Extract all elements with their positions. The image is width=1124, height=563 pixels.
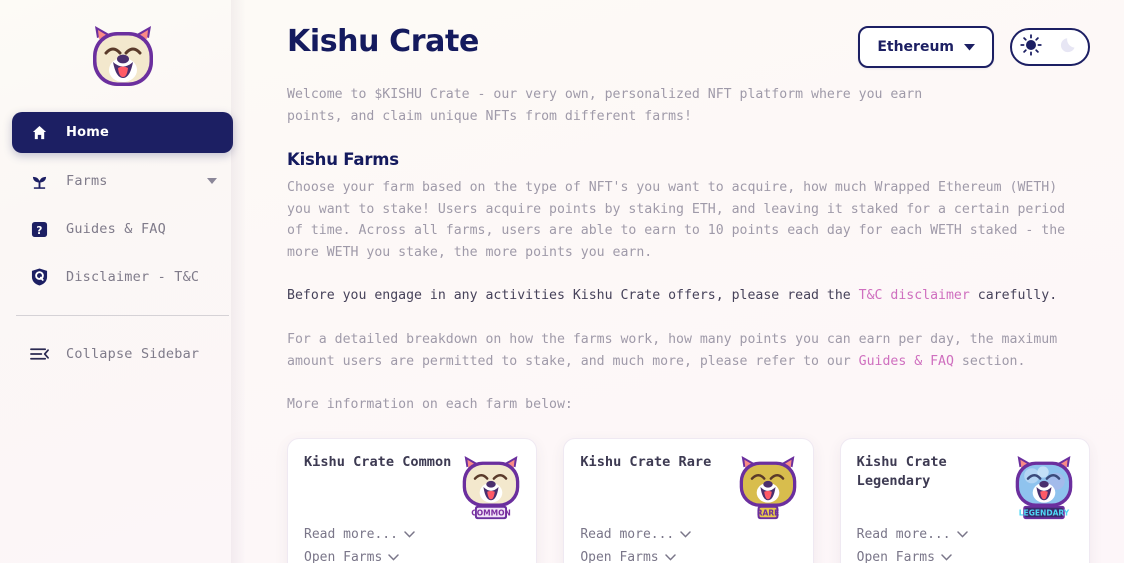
read-more-label: Read more... [856,526,951,542]
moon-icon [1058,34,1080,60]
guides-faq-link[interactable]: Guides & FAQ [859,354,954,369]
top-bar: Kishu Crate Ethereum [287,18,1090,68]
collapse-sidebar-icon [28,347,50,361]
intro-paragraph: Welcome to $KISHU Crate - our very own, … [287,87,923,124]
shield-q-icon [28,268,50,286]
open-farms-toggle[interactable]: Open Farms [580,546,691,563]
read-more-toggle[interactable]: Read more... [857,523,968,546]
chain-selector-button[interactable]: Ethereum [858,26,994,68]
sidebar-item-farms[interactable]: Farms [12,161,233,201]
chevron-down-icon [956,523,968,546]
more-info-paragraph: More information on each farm below: [287,397,573,413]
sidebar-nav: Home Farms ? Guides & FAQ Disclaimer - T… [12,112,233,374]
chain-selector-label: Ethereum [877,39,954,55]
farm-card-rare[interactable]: Kishu Crate Rare RARE Read more... Open … [563,437,814,563]
farms-plant-icon [28,174,50,189]
kishu-common-nft-icon: COMMON [463,455,520,519]
chevron-down-icon [941,546,952,563]
disclaimer-paragraph: Before you engage in any activities Kish… [287,285,1087,307]
farm-card-links: Read more... Open Farms [580,523,691,563]
sun-icon [1020,34,1042,60]
main-content: Kishu Crate Ethereum Welcome to $KISHU C… [245,0,1124,563]
sidebar: Home Farms ? Guides & FAQ Disclaimer - T… [0,0,245,563]
open-farms-label: Open Farms [304,549,383,563]
read-more-toggle[interactable]: Read more... [304,523,415,546]
farm-card-badge-legendary: LEGENDARY [1019,508,1070,517]
home-icon [28,125,50,140]
theme-toggle[interactable] [1010,28,1090,66]
chevron-down-icon[interactable] [207,173,217,189]
sidebar-item-guides-faq[interactable]: ? Guides & FAQ [12,209,233,249]
farm-card-common[interactable]: Kishu Crate Common COMMON Read more... O… [287,437,538,563]
sidebar-divider [16,315,229,316]
farm-card-title: Kishu Crate Rare [580,453,712,470]
sidebar-logo[interactable] [12,0,233,112]
kishu-dog-logo-icon [92,26,153,86]
kishu-rare-nft-icon: RARE [739,455,796,519]
disclaimer-text-pre: Before you engage in any activities Kish… [287,288,859,304]
open-farms-toggle[interactable]: Open Farms [304,546,415,563]
top-actions: Ethereum [858,18,1090,68]
sidebar-item-label: Disclaimer - T&C [66,269,200,285]
read-more-label: Read more... [580,526,675,542]
kishu-legendary-nft-icon: LEGENDARY [1015,455,1073,519]
question-badge-icon: ? [28,221,50,238]
chevron-down-icon [404,523,415,546]
collapse-sidebar-button[interactable]: Collapse Sidebar [12,334,233,374]
sidebar-item-label: Home [66,125,109,140]
farm-card-title: Kishu Crate Common [304,453,452,470]
sidebar-item-home[interactable]: Home [12,112,233,153]
farm-card-legendary[interactable]: Kishu Crate Legendary LEGENDARY Read mor… [839,437,1090,563]
collapse-sidebar-label: Collapse Sidebar [66,346,200,362]
guides-paragraph: For a detailed breakdown on how the farm… [287,329,1087,372]
farm-card-badge-common: COMMON [472,508,512,517]
tc-disclaimer-link[interactable]: T&C disclaimer [859,288,970,303]
page-title: Kishu Crate [287,24,479,59]
guides-text-post: section. [953,353,1026,369]
farms-heading: Kishu Farms [287,150,399,169]
read-more-label: Read more... [304,526,398,542]
farms-paragraph: Choose your farm based on the type of NF… [287,180,1066,260]
open-farms-label: Open Farms [580,549,659,563]
disclaimer-text-post: carefully. [969,288,1058,304]
farm-cards: Kishu Crate Common COMMON Read more... O… [287,437,1090,563]
sidebar-item-label: Guides & FAQ [66,221,166,237]
farm-card-badge-rare: RARE [756,508,779,517]
read-more-toggle[interactable]: Read more... [580,523,691,546]
open-farms-toggle[interactable]: Open Farms [857,546,968,563]
app-root: Home Farms ? Guides & FAQ Disclaimer - T… [0,0,1124,563]
chevron-down-icon [964,39,975,55]
sidebar-item-label: Farms [66,173,108,189]
chevron-down-icon [680,523,691,546]
chevron-down-icon [388,546,400,563]
chevron-down-icon [664,546,676,563]
farm-card-links: Read more... Open Farms [304,523,415,563]
svg-text:?: ? [36,224,42,236]
open-farms-label: Open Farms [856,549,935,563]
farm-card-title: Kishu Crate Legendary [856,453,947,489]
sidebar-item-disclaimer-tc[interactable]: Disclaimer - T&C [12,257,233,297]
farm-card-links: Read more... Open Farms [857,523,968,563]
